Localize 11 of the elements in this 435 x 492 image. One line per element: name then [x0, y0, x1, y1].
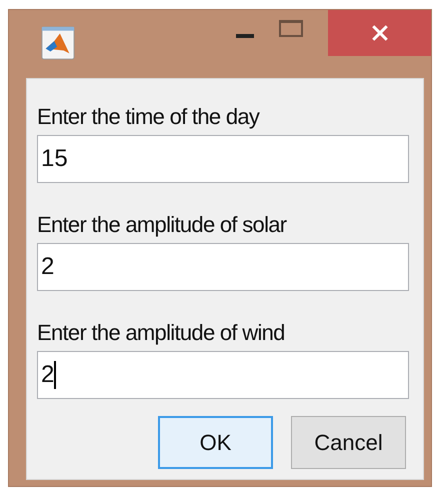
input-field[interactable]: 2 — [37, 351, 409, 399]
input-field[interactable]: 2 — [37, 243, 409, 291]
field-label: Enter the amplitude of solar — [37, 211, 288, 239]
ok-button[interactable]: OK — [158, 416, 273, 469]
field-label: Enter the amplitude of wind — [37, 319, 286, 347]
input-field[interactable]: 15 — [37, 135, 409, 183]
field-label: Enter the time of the day — [37, 103, 261, 131]
close-button[interactable] — [328, 10, 431, 56]
cancel-button[interactable]: Cancel — [291, 416, 406, 469]
app-icon — [41, 26, 75, 60]
close-icon — [370, 24, 388, 42]
